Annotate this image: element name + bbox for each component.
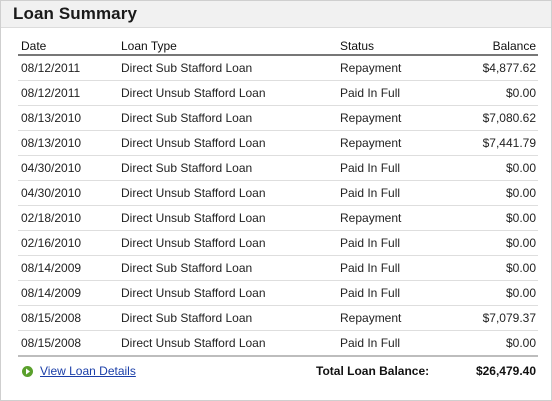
cell-date: 08/15/2008 [18,305,121,331]
view-loan-details-label[interactable]: View Loan Details [40,364,136,378]
cell-loan-type: Direct Unsub Stafford Loan [121,230,340,256]
cell-balance: $0.00 [450,255,538,281]
table-row: 08/12/2011 Direct Sub Stafford Loan Repa… [18,55,538,81]
cell-loan-type: Direct Sub Stafford Loan [121,155,340,181]
cell-balance: $7,079.37 [450,305,538,331]
table-row: 08/14/2009 Direct Sub Stafford Loan Paid… [18,255,538,281]
column-header-status: Status [340,39,450,56]
cell-status: Paid In Full [340,230,450,256]
cell-loan-type: Direct Sub Stafford Loan [121,55,340,81]
loan-table-head: Date Loan Type Status Balance [18,39,538,56]
summary-footer: View Loan Details Total Loan Balance: $2… [18,363,538,381]
cell-status: Repayment [340,105,450,131]
column-header-balance: Balance [450,39,538,56]
column-header-date: Date [18,39,121,56]
cell-status: Paid In Full [340,255,450,281]
cell-balance: $7,080.62 [450,105,538,131]
loan-table-container: Date Loan Type Status Balance 08/12/2011… [18,39,538,357]
cell-status: Repayment [340,305,450,331]
cell-date: 08/13/2010 [18,105,121,131]
table-row: 08/12/2011 Direct Unsub Stafford Loan Pa… [18,80,538,106]
cell-status: Repayment [340,205,450,231]
header-row: Date Loan Type Status Balance [18,39,538,56]
cell-balance: $0.00 [450,330,538,357]
cell-loan-type: Direct Unsub Stafford Loan [121,330,340,357]
cell-date: 08/14/2009 [18,280,121,306]
table-row: 08/13/2010 Direct Sub Stafford Loan Repa… [18,105,538,131]
cell-loan-type: Direct Sub Stafford Loan [121,105,340,131]
table-row: 02/18/2010 Direct Unsub Stafford Loan Re… [18,205,538,231]
cell-status: Paid In Full [340,180,450,206]
table-row: 04/30/2010 Direct Unsub Stafford Loan Pa… [18,180,538,206]
table-row: 04/30/2010 Direct Sub Stafford Loan Paid… [18,155,538,181]
table-row: 08/14/2009 Direct Unsub Stafford Loan Pa… [18,280,538,306]
cell-status: Repayment [340,130,450,156]
total-loan-balance-value: $26,479.40 [475,364,536,378]
panel-title: Loan Summary [13,4,138,23]
cell-loan-type: Direct Unsub Stafford Loan [121,80,340,106]
cell-loan-type: Direct Sub Stafford Loan [121,255,340,281]
table-row: 08/13/2010 Direct Unsub Stafford Loan Re… [18,130,538,156]
cell-status: Paid In Full [340,155,450,181]
cell-balance: $0.00 [450,180,538,206]
cell-loan-type: Direct Unsub Stafford Loan [121,180,340,206]
cell-date: 08/15/2008 [18,330,121,357]
loan-summary-panel: Loan Summary Date Loan Type Status Balan… [0,0,552,401]
cell-date: 08/12/2011 [18,80,121,106]
cell-status: Paid In Full [340,80,450,106]
view-loan-details-link[interactable]: View Loan Details [22,364,136,378]
cell-date: 02/18/2010 [18,205,121,231]
cell-status: Paid In Full [340,330,450,357]
cell-date: 04/30/2010 [18,155,121,181]
green-circle-arrow-icon [22,365,33,377]
total-loan-balance-label: Total Loan Balance: [316,364,430,378]
cell-status: Repayment [340,55,450,81]
cell-loan-type: Direct Unsub Stafford Loan [121,205,340,231]
cell-loan-type: Direct Unsub Stafford Loan [121,130,340,156]
cell-date: 08/13/2010 [18,130,121,156]
panel-header: Loan Summary [1,1,551,28]
table-row: 02/16/2010 Direct Unsub Stafford Loan Pa… [18,230,538,256]
cell-loan-type: Direct Sub Stafford Loan [121,305,340,331]
table-row: 08/15/2008 Direct Unsub Stafford Loan Pa… [18,330,538,357]
cell-balance: $0.00 [450,80,538,106]
cell-date: 02/16/2010 [18,230,121,256]
loan-table: Date Loan Type Status Balance 08/12/2011… [18,39,538,357]
cell-loan-type: Direct Unsub Stafford Loan [121,280,340,306]
cell-balance: $0.00 [450,230,538,256]
loan-table-body: 08/12/2011 Direct Sub Stafford Loan Repa… [18,55,538,357]
cell-balance: $4,877.62 [450,55,538,81]
column-header-loan-type: Loan Type [121,39,340,56]
cell-date: 04/30/2010 [18,180,121,206]
cell-balance: $0.00 [450,205,538,231]
cell-date: 08/14/2009 [18,255,121,281]
table-row: 08/15/2008 Direct Sub Stafford Loan Repa… [18,305,538,331]
cell-status: Paid In Full [340,280,450,306]
cell-date: 08/12/2011 [18,55,121,81]
cell-balance: $0.00 [450,155,538,181]
cell-balance: $0.00 [450,280,538,306]
cell-balance: $7,441.79 [450,130,538,156]
